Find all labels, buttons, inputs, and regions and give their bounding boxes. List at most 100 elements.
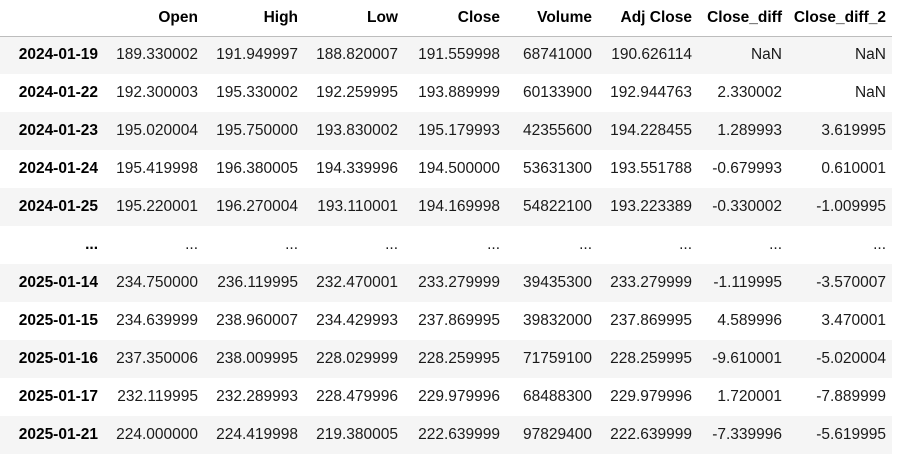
cell-adj-close: 237.869995 bbox=[610, 312, 692, 329]
row-index: 2025-01-16 bbox=[18, 350, 98, 367]
row-index: 2025-01-15 bbox=[18, 312, 98, 329]
cell-low: 232.470001 bbox=[316, 274, 398, 291]
cell-volume: 71759100 bbox=[523, 350, 592, 367]
cell-volume: 68741000 bbox=[523, 46, 592, 64]
cell-adj-close: ... bbox=[679, 236, 692, 253]
header-close-diff-2: Close_diff_2 bbox=[788, 0, 892, 37]
cell-high: 236.119995 bbox=[217, 274, 298, 291]
cell-open: 234.750000 bbox=[116, 274, 198, 291]
header-row: Open High Low Close Volume Adj Close Clo… bbox=[0, 0, 892, 37]
cell-open: 237.350006 bbox=[116, 350, 198, 367]
cell-close-diff: -0.330002 bbox=[712, 198, 782, 215]
cell-close-diff: ... bbox=[769, 236, 782, 253]
cell-volume: 54822100 bbox=[523, 198, 592, 215]
cell-close-diff-2: -1.009995 bbox=[816, 198, 886, 215]
dataframe-table: Open High Low Close Volume Adj Close Clo… bbox=[0, 0, 892, 454]
cell-high: 196.380005 bbox=[216, 160, 298, 177]
cell-close-diff-2: -7.889999 bbox=[816, 388, 886, 405]
cell-close-diff-2: -5.619995 bbox=[816, 426, 886, 443]
cell-close: 194.169998 bbox=[418, 198, 500, 215]
cell-close: 195.179993 bbox=[418, 122, 500, 139]
cell-low: 192.259995 bbox=[316, 84, 398, 101]
header-close: Close bbox=[404, 0, 506, 37]
cell-open: 224.000000 bbox=[116, 426, 198, 443]
cell-open: 195.419998 bbox=[116, 160, 198, 177]
cell-adj-close: 194.228455 bbox=[610, 122, 692, 139]
cell-close-diff-2: -5.020004 bbox=[816, 350, 886, 367]
cell-adj-close: 193.551788 bbox=[610, 160, 692, 177]
cell-high: 196.270004 bbox=[216, 198, 298, 215]
table-row: 2024-01-19 189.330002 191.949997 188.820007… bbox=[0, 36, 892, 74]
cell-volume: 68488300 bbox=[523, 388, 592, 405]
row-index: 2025-01-17 bbox=[18, 388, 98, 405]
header-adj-close: Adj Close bbox=[598, 0, 698, 37]
cell-open: 189.330002 bbox=[116, 46, 198, 64]
cell-high: 195.750000 bbox=[216, 122, 298, 139]
cell-high: 191.949997 bbox=[216, 46, 298, 64]
header-volume: Volume bbox=[506, 0, 598, 37]
header-index bbox=[0, 0, 104, 37]
table-row: 2024-01-24 195.419998 196.380005 194.339996… bbox=[0, 150, 892, 188]
row-index: 2024-01-24 bbox=[18, 160, 98, 177]
cell-close-diff: 1.289993 bbox=[717, 122, 782, 139]
cell-close: 233.279999 bbox=[418, 274, 500, 291]
cell-low: 228.029999 bbox=[316, 350, 398, 367]
table-row: 2024-01-25 195.220001 196.270004 193.110001… bbox=[0, 188, 892, 226]
row-index: 2024-01-22 bbox=[18, 84, 98, 101]
cell-volume: 39435300 bbox=[523, 274, 592, 291]
cell-high: 238.009995 bbox=[216, 350, 298, 367]
row-index: 2024-01-23 bbox=[18, 122, 98, 139]
header-close-diff: Close_diff bbox=[698, 0, 788, 37]
cell-adj-close: 222.639999 bbox=[610, 426, 692, 443]
cell-low: ... bbox=[385, 236, 398, 253]
cell-high: 238.960007 bbox=[216, 312, 298, 329]
cell-volume: 39832000 bbox=[523, 312, 592, 329]
cell-close-diff: -0.679993 bbox=[712, 160, 782, 177]
cell-low: 194.339996 bbox=[316, 160, 398, 177]
cell-close: 229.979996 bbox=[418, 388, 500, 405]
cell-close-diff: -7.339996 bbox=[712, 426, 782, 443]
row-index: 2024-01-25 bbox=[18, 198, 98, 215]
cell-close-diff-2: NaN bbox=[854, 46, 886, 64]
row-index: 2025-01-21 bbox=[18, 426, 98, 443]
cell-volume: 97829400 bbox=[523, 426, 592, 443]
cell-high: 232.289993 bbox=[216, 388, 298, 405]
cell-adj-close: 192.944763 bbox=[610, 84, 692, 101]
cell-adj-close: 193.223389 bbox=[610, 198, 692, 215]
cell-close-diff-2: 3.619995 bbox=[821, 122, 886, 139]
cell-open: 192.300003 bbox=[116, 84, 198, 101]
cell-close: 228.259995 bbox=[418, 350, 500, 367]
cell-open: 234.639999 bbox=[116, 312, 198, 329]
cell-close-diff-2: 0.610001 bbox=[821, 160, 886, 177]
cell-low: 228.479996 bbox=[316, 388, 398, 405]
cell-close: 191.559998 bbox=[418, 46, 500, 64]
cell-high: ... bbox=[285, 236, 298, 253]
table-header: Open High Low Close Volume Adj Close Clo… bbox=[0, 0, 892, 37]
cell-close: 193.889999 bbox=[418, 84, 500, 101]
cell-close-diff: 1.720001 bbox=[717, 388, 782, 405]
cell-close-diff-2: ... bbox=[873, 236, 886, 253]
cell-adj-close: 228.259995 bbox=[610, 350, 692, 367]
cell-low: 193.110001 bbox=[317, 198, 398, 215]
cell-open: 232.119995 bbox=[117, 388, 198, 405]
cell-adj-close: 233.279999 bbox=[610, 274, 692, 291]
cell-low: 219.380005 bbox=[316, 426, 398, 443]
cell-close-diff-2: -3.570007 bbox=[816, 274, 886, 291]
header-open: Open bbox=[104, 0, 204, 37]
cell-adj-close: 229.979996 bbox=[610, 388, 692, 405]
cell-close-diff: -9.610001 bbox=[712, 350, 782, 367]
cell-open: 195.020004 bbox=[116, 122, 198, 139]
cell-close-diff: 4.589996 bbox=[717, 312, 782, 329]
header-low: Low bbox=[304, 0, 404, 37]
table-row: 2024-01-22 192.300003 195.330002 192.259995… bbox=[0, 74, 892, 112]
cell-volume: ... bbox=[579, 236, 592, 253]
cell-close-diff: NaN bbox=[750, 46, 782, 64]
cell-low: 193.830002 bbox=[316, 122, 398, 139]
cell-close: 237.869995 bbox=[418, 312, 500, 329]
row-index: ... bbox=[85, 236, 98, 253]
dataframe-output: Open High Low Close Volume Adj Close Clo… bbox=[0, 0, 902, 455]
cell-volume: 60133900 bbox=[523, 84, 592, 101]
row-index: 2024-01-19 bbox=[18, 46, 98, 64]
cell-high: 195.330002 bbox=[216, 84, 298, 101]
cell-adj-close: 190.626114 bbox=[611, 46, 692, 64]
